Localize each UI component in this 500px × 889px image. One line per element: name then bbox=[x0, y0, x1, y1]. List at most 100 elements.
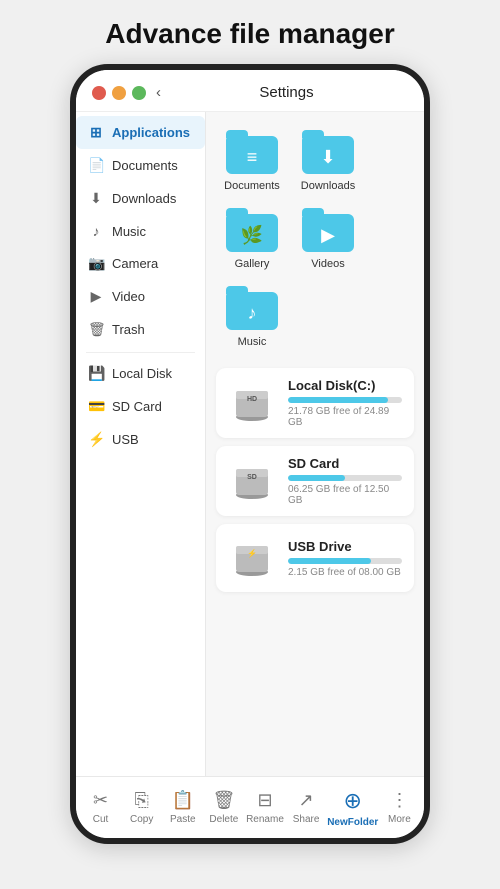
disk-icon-local: HD bbox=[228, 379, 276, 427]
share-label: Share bbox=[293, 814, 320, 825]
applications-icon: ⊞ bbox=[88, 124, 104, 141]
hd-drive-icon: HD bbox=[230, 381, 274, 425]
sidebar-item-usb[interactable]: ⚡ USB bbox=[76, 423, 205, 456]
disk-bar-usb bbox=[288, 558, 402, 564]
disk-icon-usb: ⚡ bbox=[228, 534, 276, 582]
phone-frame: ‹ Settings ⊞ Applications 📄 Documents ⬇ … bbox=[70, 64, 430, 844]
rename-label: Rename bbox=[246, 814, 284, 825]
sidebar-item-video[interactable]: ▶ Video bbox=[76, 280, 205, 313]
sidebar-label-documents: Documents bbox=[112, 158, 178, 173]
disk-bar-local bbox=[288, 397, 402, 403]
disk-item-usb[interactable]: ⚡ USB Drive 2.15 GB free of 08.00 GB bbox=[216, 524, 414, 592]
folder-item-music[interactable]: ♪ Music bbox=[216, 280, 288, 354]
folder-icon-downloads: ⬇ bbox=[302, 130, 354, 174]
svg-text:SD: SD bbox=[247, 474, 257, 481]
disk-name-local: Local Disk(C:) bbox=[288, 378, 402, 393]
paste-label: Paste bbox=[170, 814, 196, 825]
sidebar-section-2: 💾 Local Disk 💳 SD Card ⚡ USB bbox=[76, 357, 205, 456]
disk-icon-sd: SD bbox=[228, 457, 276, 505]
disk-free-usb: 2.15 GB free of 08.00 GB bbox=[288, 567, 402, 578]
disk-info-local: Local Disk(C:) 21.78 GB free of 24.89 GB bbox=[288, 378, 402, 428]
folder-item-downloads[interactable]: ⬇ Downloads bbox=[292, 124, 364, 198]
folder-label-music: Music bbox=[238, 336, 267, 348]
folder-icon-gallery: 🌿 bbox=[226, 208, 278, 252]
content-area: ⊞ Applications 📄 Documents ⬇ Downloads ♪… bbox=[76, 112, 424, 776]
disk-free-sd: 06.25 GB free of 12.50 GB bbox=[288, 484, 402, 506]
sidebar-item-music[interactable]: ♪ Music bbox=[76, 215, 205, 247]
folder-item-gallery[interactable]: 🌿 Gallery bbox=[216, 202, 288, 276]
top-bar: ‹ Settings bbox=[76, 70, 424, 112]
disk-item-local[interactable]: HD Local Disk(C:) 21.78 GB free of 24.89… bbox=[216, 368, 414, 438]
rename-button[interactable]: ⊟ Rename bbox=[245, 790, 285, 825]
disk-info-usb: USB Drive 2.15 GB free of 08.00 GB bbox=[288, 539, 402, 578]
back-icon[interactable]: ‹ bbox=[156, 84, 161, 101]
sidebar-item-applications[interactable]: ⊞ Applications bbox=[76, 116, 205, 149]
sidebar-section-1: ⊞ Applications 📄 Documents ⬇ Downloads ♪… bbox=[76, 116, 205, 346]
sidebar-item-local-disk[interactable]: 💾 Local Disk bbox=[76, 357, 205, 390]
window-controls bbox=[92, 86, 146, 100]
local-disk-icon: 💾 bbox=[88, 365, 104, 382]
sidebar-divider bbox=[86, 352, 195, 353]
share-button[interactable]: ↗ Share bbox=[286, 790, 326, 825]
maximize-btn[interactable] bbox=[132, 86, 146, 100]
folder-label-downloads: Downloads bbox=[301, 180, 355, 192]
folder-item-documents[interactable]: ≡ Documents bbox=[216, 124, 288, 198]
usb-drive-icon: ⚡ bbox=[230, 536, 274, 580]
folder-icon-videos: ▶ bbox=[302, 208, 354, 252]
cut-button[interactable]: ✂ Cut bbox=[81, 790, 121, 825]
copy-button[interactable]: ⎘ Copy bbox=[122, 790, 162, 825]
folder-icon-documents: ≡ bbox=[226, 130, 278, 174]
new-folder-icon: ⊕ bbox=[344, 788, 362, 814]
sidebar-label-usb: USB bbox=[112, 432, 139, 447]
more-icon: ⋮ bbox=[390, 790, 408, 811]
share-icon: ↗ bbox=[299, 790, 314, 811]
folder-icon-music: ♪ bbox=[226, 286, 278, 330]
sd-card-icon: 💳 bbox=[88, 398, 104, 415]
copy-label: Copy bbox=[130, 814, 153, 825]
sidebar-item-documents[interactable]: 📄 Documents bbox=[76, 149, 205, 182]
sidebar-item-trash[interactable]: 🗑 Trash bbox=[76, 313, 205, 346]
minimize-btn[interactable] bbox=[112, 86, 126, 100]
disk-free-local: 21.78 GB free of 24.89 GB bbox=[288, 406, 402, 428]
disk-name-sd: SD Card bbox=[288, 456, 402, 471]
sidebar: ⊞ Applications 📄 Documents ⬇ Downloads ♪… bbox=[76, 112, 206, 776]
sidebar-label-local-disk: Local Disk bbox=[112, 366, 172, 381]
gallery-folder-symbol: 🌿 bbox=[241, 225, 263, 246]
sidebar-label-sd-card: SD Card bbox=[112, 399, 162, 414]
delete-button[interactable]: 🗑 Delete bbox=[204, 790, 244, 825]
folder-label-videos: Videos bbox=[311, 258, 344, 270]
sidebar-label-downloads: Downloads bbox=[112, 191, 176, 206]
rename-icon: ⊟ bbox=[257, 790, 272, 811]
close-btn[interactable] bbox=[92, 86, 106, 100]
disk-bar-sd bbox=[288, 475, 402, 481]
camera-icon: 📷 bbox=[88, 255, 104, 272]
delete-icon: 🗑 bbox=[212, 790, 235, 811]
new-folder-button[interactable]: ⊕ NewFolder bbox=[327, 788, 378, 828]
bottom-bar: ✂ Cut ⎘ Copy 📋 Paste 🗑 Delete ⊟ Rename ↗… bbox=[76, 776, 424, 838]
usb-icon: ⚡ bbox=[88, 431, 104, 448]
sidebar-item-sd-card[interactable]: 💳 SD Card bbox=[76, 390, 205, 423]
disk-info-sd: SD Card 06.25 GB free of 12.50 GB bbox=[288, 456, 402, 506]
folder-grid: ≡ Documents ⬇ Downloads bbox=[216, 124, 414, 354]
folder-item-videos[interactable]: ▶ Videos bbox=[292, 202, 364, 276]
delete-label: Delete bbox=[209, 814, 238, 825]
more-button[interactable]: ⋮ More bbox=[379, 790, 419, 825]
sidebar-item-camera[interactable]: 📷 Camera bbox=[76, 247, 205, 280]
sidebar-item-downloads[interactable]: ⬇ Downloads bbox=[76, 182, 205, 215]
paste-button[interactable]: 📋 Paste bbox=[163, 790, 203, 825]
paste-icon: 📋 bbox=[172, 790, 194, 811]
disk-fill-usb bbox=[288, 558, 371, 564]
disk-item-sd[interactable]: SD SD Card 06.25 GB free of 12.50 GB bbox=[216, 446, 414, 516]
documents-folder-symbol: ≡ bbox=[247, 147, 258, 168]
topbar-title: Settings bbox=[165, 84, 408, 101]
folder-label-documents: Documents bbox=[224, 180, 280, 192]
more-label: More bbox=[388, 814, 411, 825]
downloads-folder-symbol: ⬇ bbox=[320, 147, 335, 168]
svg-text:HD: HD bbox=[247, 396, 257, 403]
documents-icon: 📄 bbox=[88, 157, 104, 174]
music-folder-symbol: ♪ bbox=[248, 303, 257, 324]
sidebar-label-camera: Camera bbox=[112, 256, 158, 271]
disk-fill-local bbox=[288, 397, 388, 403]
downloads-icon: ⬇ bbox=[88, 190, 104, 207]
new-folder-label: NewFolder bbox=[327, 817, 378, 828]
